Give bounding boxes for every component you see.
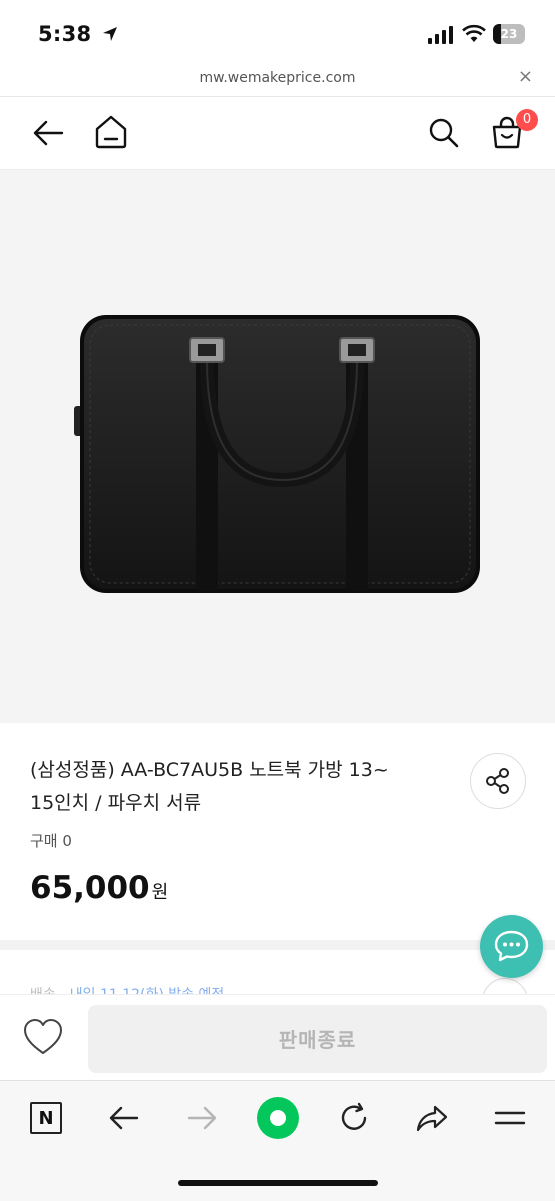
browser-forward-button[interactable] (180, 1096, 224, 1140)
purchase-count: 구매 0 (30, 832, 72, 850)
browser-back-button[interactable] (102, 1096, 146, 1140)
reload-button[interactable] (332, 1096, 376, 1140)
url-bar[interactable]: mw.wemakeprice.com × (0, 62, 555, 97)
location-arrow-icon (103, 27, 118, 41)
app-header (0, 97, 555, 170)
chat-button[interactable] (480, 915, 543, 978)
share-page-button[interactable] (410, 1096, 454, 1140)
purchase-action-bar: 판매종료 (0, 994, 555, 1081)
wishlist-heart-icon[interactable] (22, 1017, 64, 1057)
share-icon (486, 768, 509, 794)
sold-out-button[interactable]: 판매종료 (88, 1005, 547, 1073)
wifi-icon (462, 24, 486, 42)
section-divider (0, 940, 555, 950)
naver-home-button[interactable]: N (24, 1096, 68, 1140)
naver-n-icon: N (30, 1102, 62, 1134)
product-title-line-2: 15인치 / 파우치 서류 (30, 792, 202, 814)
home-icon[interactable] (93, 113, 129, 151)
back-arrow-icon[interactable] (30, 115, 66, 151)
product-title: (삼성정품) AA-BC7AU5B 노트북 가방 13~ 15인치 / 파우치 … (30, 754, 450, 820)
status-time: 5:38 (38, 22, 119, 46)
home-indicator (178, 1180, 378, 1186)
price-value: 65,000 (30, 870, 150, 906)
hamburger-menu-icon (494, 1111, 526, 1125)
forward-arrow-icon (187, 1106, 217, 1130)
product-title-line-1: (삼성정품) AA-BC7AU5B 노트북 가방 13~ (30, 759, 389, 781)
chat-bubble-icon (494, 930, 529, 962)
menu-button[interactable] (488, 1096, 532, 1140)
green-dot-button[interactable] (256, 1096, 300, 1140)
search-icon[interactable] (427, 116, 461, 150)
share-button[interactable] (470, 753, 526, 809)
product-image-area[interactable] (0, 170, 555, 723)
product-price: 65,000 원 (30, 870, 168, 906)
cart-count-badge: 0 (516, 109, 538, 131)
back-arrow-icon (109, 1106, 139, 1130)
url-text[interactable]: mw.wemakeprice.com (0, 70, 555, 86)
green-dot-icon (257, 1097, 299, 1139)
url-close-button[interactable]: × (518, 66, 533, 87)
cellular-signal-icon (428, 26, 453, 44)
price-unit: 원 (151, 882, 169, 903)
laptop-bag-image (74, 315, 480, 593)
status-bar: 5:38 23 (0, 0, 555, 62)
battery-icon: 23 (493, 24, 525, 44)
share-arrow-icon (416, 1105, 448, 1132)
reload-icon (341, 1102, 367, 1130)
